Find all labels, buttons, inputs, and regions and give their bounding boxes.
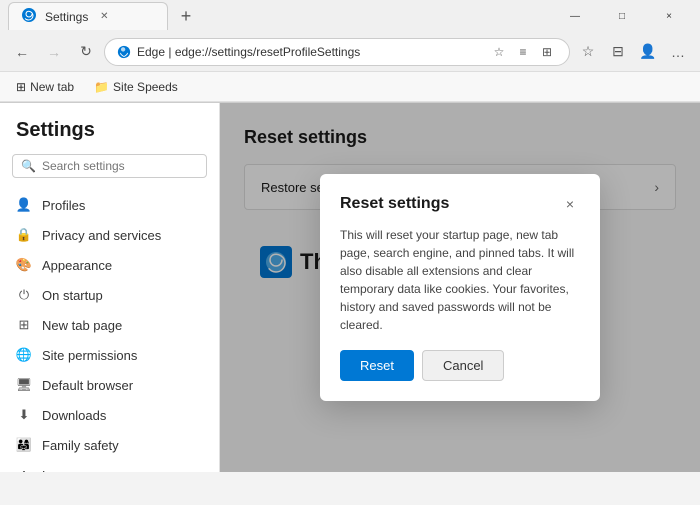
profile-button[interactable]: 👤 [634,38,662,66]
person-icon: 👤 [16,197,32,213]
sidebar-item-profiles[interactable]: 👤 Profiles [0,190,219,220]
modal-title: Reset settings [340,195,449,213]
modal-body: This will reset your startup page, new t… [340,226,580,334]
collections-button[interactable]: ⊟ [604,38,632,66]
address-bar[interactable]: Edge | edge://settings/resetProfileSetti… [104,38,570,66]
read-aloud-icon[interactable]: ≡ [513,42,533,62]
cancel-button[interactable]: Cancel [422,350,504,381]
family-icon: 👨‍👩‍👧 [16,437,32,453]
favorites-button[interactable]: ☆ [574,38,602,66]
modal-close-button[interactable]: × [560,194,580,214]
active-tab[interactable]: Settings ✕ [8,2,168,30]
modal-overlay: Reset settings × This will reset your st… [220,103,700,472]
address-favicon [117,45,131,59]
modal-header: Reset settings × [340,194,580,214]
tab-favicon [21,7,37,26]
sidebar-item-downloads[interactable]: ⬇ Downloads [0,400,219,430]
reset-button[interactable]: Reset [340,350,414,381]
search-icon: 🔍 [21,159,36,173]
browser-icon: 🖥 [16,377,32,393]
sidebar-item-languages[interactable]: A Languages [0,460,219,472]
folder-icon: 📁 [94,80,109,94]
forward-button[interactable]: → [40,38,68,66]
window-controls: — □ × [552,0,692,32]
sidebar-title: Settings [0,119,219,154]
new-tab-button[interactable]: + [172,2,200,30]
favorites-icon[interactable]: ☆ [489,42,509,62]
sidebar-item-newtab[interactable]: ⊞ New tab page [0,310,219,340]
startup-icon: ⏻ [16,287,32,303]
address-text: Edge | edge://settings/resetProfileSetti… [137,45,483,59]
newtab-icon: ⊞ [16,317,32,333]
sidebar: Settings 🔍 👤 Profiles 🔒 Privacy and serv… [0,103,220,472]
language-icon: A [16,467,32,472]
sidebar-item-privacy[interactable]: 🔒 Privacy and services [0,220,219,250]
nav-right-controls: ☆ ⊟ 👤 … [574,38,692,66]
sidebar-item-permissions[interactable]: 🌐 Site permissions [0,340,219,370]
settings-more-button[interactable]: … [664,38,692,66]
bookmark-site-speeds[interactable]: 📁 Site Speeds [86,78,186,96]
lock-icon: 🔒 [16,227,32,243]
navigation-bar: ← → ↻ Edge | edge://settings/resetProfil… [0,32,700,72]
search-input[interactable] [42,159,198,173]
content-area: Settings 🔍 👤 Profiles 🔒 Privacy and serv… [0,103,700,472]
minimize-button[interactable]: — [552,0,598,32]
refresh-button[interactable]: ↻ [72,38,100,66]
close-button[interactable]: × [646,0,692,32]
back-button[interactable]: ← [8,38,36,66]
sidebar-item-startup[interactable]: ⏻ On startup [0,280,219,310]
tab-close-button[interactable]: ✕ [96,9,112,25]
modal-actions: Reset Cancel [340,350,580,381]
download-icon: ⬇ [16,407,32,423]
new-tab-icon: ⊞ [16,80,26,94]
extensions-icon[interactable]: ⊞ [537,42,557,62]
search-box[interactable]: 🔍 [12,154,207,178]
reset-settings-modal: Reset settings × This will reset your st… [320,174,600,401]
main-panel: Reset settings Restore settings to their… [220,103,700,472]
address-actions: ☆ ≡ ⊞ [489,42,557,62]
sidebar-item-browser[interactable]: 🖥 Default browser [0,370,219,400]
sidebar-item-appearance[interactable]: 🎨 Appearance [0,250,219,280]
tab-title: Settings [45,10,88,24]
appearance-icon: 🎨 [16,257,32,273]
bookmark-new-tab[interactable]: ⊞ New tab [8,78,82,96]
globe-icon: 🌐 [16,347,32,363]
maximize-button[interactable]: □ [599,0,645,32]
bookmarks-bar: ⊞ New tab 📁 Site Speeds [0,72,700,102]
sidebar-item-family[interactable]: 👨‍👩‍👧 Family safety [0,430,219,460]
